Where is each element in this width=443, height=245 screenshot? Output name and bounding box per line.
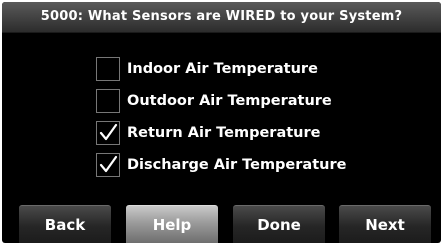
checkbox-indoor-air[interactable] <box>96 57 120 81</box>
sensor-label-return-air: Return Air Temperature <box>127 125 321 141</box>
sensor-option-discharge-air[interactable]: Discharge Air Temperature <box>96 153 426 179</box>
title-bar: 5000: What Sensors are WIRED to your Sys… <box>2 2 441 33</box>
sensor-label-discharge-air: Discharge Air Temperature <box>127 157 347 173</box>
checkmark-icon <box>99 155 118 173</box>
sensor-label-indoor-air: Indoor Air Temperature <box>127 61 318 77</box>
help-button[interactable]: Help <box>126 205 218 243</box>
page-title: 5000: What Sensors are WIRED to your Sys… <box>40 9 403 24</box>
checkbox-return-air[interactable] <box>96 121 120 145</box>
sensor-option-return-air[interactable]: Return Air Temperature <box>96 121 426 147</box>
next-button[interactable]: Next <box>339 205 431 243</box>
sensor-label-outdoor-air: Outdoor Air Temperature <box>127 93 332 109</box>
checkbox-discharge-air[interactable] <box>96 153 120 177</box>
checkbox-outdoor-air[interactable] <box>96 89 120 113</box>
checkmark-icon <box>99 123 118 141</box>
sensor-options: Indoor Air Temperature Outdoor Air Tempe… <box>96 57 426 187</box>
sensor-option-indoor-air[interactable]: Indoor Air Temperature <box>96 57 426 83</box>
done-button[interactable]: Done <box>233 205 325 243</box>
thermostat-screen: 5000: What Sensors are WIRED to your Sys… <box>2 2 441 243</box>
back-button[interactable]: Back <box>19 205 111 243</box>
sensor-option-outdoor-air[interactable]: Outdoor Air Temperature <box>96 89 426 115</box>
